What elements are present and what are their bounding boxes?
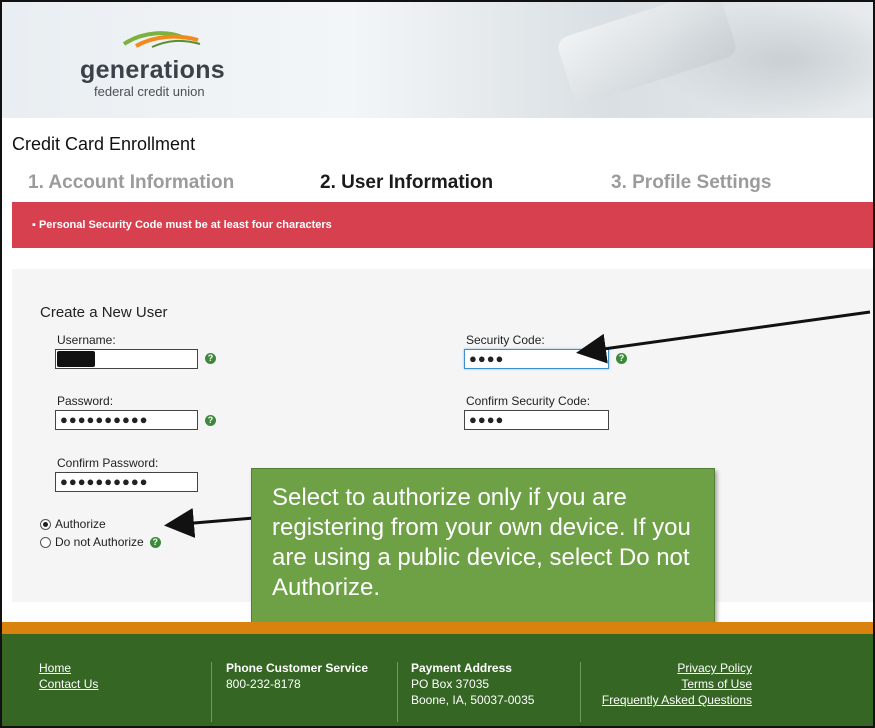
page-title: Credit Card Enrollment [12,134,196,154]
callout-box: Select to authorize only if you are regi… [251,468,715,638]
question-circle-icon[interactable]: ? [149,536,161,548]
section-title: Create a New User [40,304,168,321]
password-label: Password: [57,394,114,408]
security-code-input[interactable]: ●●●● [464,349,609,369]
privacy-policy-link[interactable]: Privacy Policy [592,660,752,676]
payment-heading: Payment Address [411,661,512,675]
terms-of-use-link[interactable]: Terms of Use [592,676,752,692]
contact-us-link[interactable]: Contact Us [39,676,98,692]
header-banner: generations federal credit union [2,2,873,118]
confirm-password-label: Confirm Password: [57,456,159,470]
do-not-authorize-option[interactable]: Do not Authorize ? [40,535,161,549]
security-code-label: Security Code: [466,333,545,347]
footer-divider [580,662,581,722]
question-circle-icon[interactable]: ? [205,415,216,426]
password-input[interactable]: ●●●●●●●●●● [55,410,198,430]
footer-phone: Phone Customer Service 800-232-8178 [226,660,368,692]
payment-line1: PO Box 37035 [411,677,490,691]
step-profile-settings: 3. Profile Settings [611,172,772,193]
footer-payment: Payment Address PO Box 37035 Boone, IA, … [411,660,534,708]
logo[interactable]: generations federal credit union [76,26,256,102]
footer-links-right: Privacy Policy Terms of Use Frequently A… [592,660,752,708]
step-user-information: 2. User Information [320,172,494,193]
do-not-authorize-label: Do not Authorize [55,535,144,549]
error-message: ▪ Personal Security Code must be at leas… [32,219,332,231]
footer-links-left: Home Contact Us [39,660,98,692]
do-not-authorize-radio[interactable] [40,536,51,548]
question-circle-icon[interactable]: ? [616,353,627,364]
faq-link[interactable]: Frequently Asked Questions [592,692,752,708]
footer-divider [397,662,398,722]
phone-heading: Phone Customer Service [226,661,369,675]
question-circle-icon[interactable]: ? [205,353,216,364]
logo-name: generations [80,56,225,84]
banner-hand-image [652,2,872,118]
confirm-password-input[interactable]: ●●●●●●●●●● [55,472,198,492]
home-link[interactable]: Home [39,660,98,676]
logo-subtitle: federal credit union [94,84,205,99]
confirm-security-code-input[interactable]: ●●●● [464,410,609,430]
logo-swoosh-icon [122,31,201,48]
authorize-radio[interactable] [40,518,51,530]
callout-text: Select to authorize only if you are regi… [272,484,691,601]
username-label: Username: [57,333,116,347]
step-account-information: 1. Account Information [28,172,235,193]
footer-divider [211,662,212,722]
step-indicator: 1. Account Information 2. User Informati… [28,172,868,200]
footer-accent-bar [2,622,873,634]
page-frame: generations federal credit union Credit … [0,0,875,728]
error-alert: ▪ Personal Security Code must be at leas… [12,202,873,248]
phone-number: 800-232-8178 [226,677,301,691]
authorize-option[interactable]: Authorize [40,517,106,531]
footer: Home Contact Us Phone Customer Service 8… [2,634,873,726]
username-redaction [57,351,95,367]
payment-line2: Boone, IA, 50037-0035 [411,693,535,707]
authorize-label: Authorize [55,517,106,531]
confirm-security-code-label: Confirm Security Code: [466,394,591,408]
